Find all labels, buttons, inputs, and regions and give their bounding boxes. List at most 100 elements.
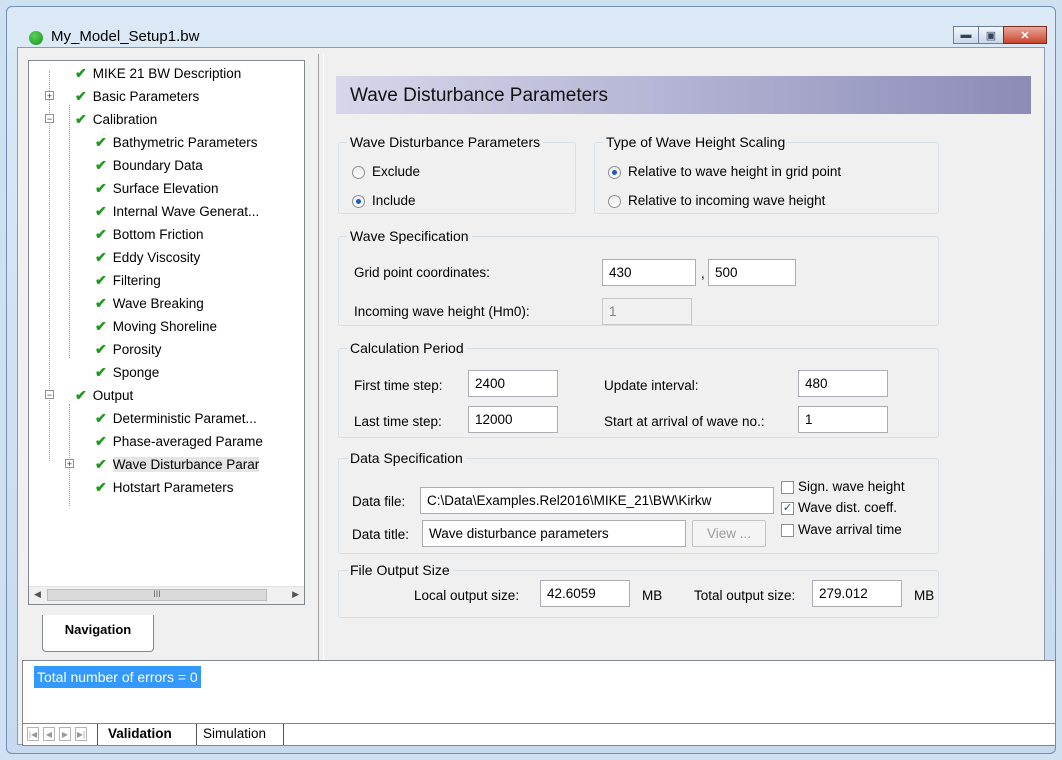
total-size-field: 279.012	[812, 580, 902, 607]
collapse-icon[interactable]: −	[45, 390, 54, 400]
group-legend: File Output Size	[350, 562, 450, 578]
data-title-input[interactable]: Wave disturbance parameters	[422, 520, 686, 547]
prev-tab-icon[interactable]: ◀	[43, 727, 55, 741]
hm0-label: Incoming wave height (Hm0):	[354, 304, 530, 319]
check-icon: ✔	[95, 479, 107, 495]
tree-item-basic-parameters[interactable]: ✔ Basic Parameters	[75, 86, 199, 106]
data-title-label: Data title:	[352, 527, 410, 542]
error-count-message[interactable]: Total number of errors = 0	[34, 666, 201, 688]
total-size-label: Total output size:	[694, 588, 796, 603]
tree-item-wave-breaking[interactable]: ✔ Wave Breaking	[95, 293, 204, 313]
dist-coeff-checkbox[interactable]: ✓	[781, 502, 794, 515]
check-icon: ✔	[95, 249, 107, 265]
group-legend: Data Specification	[350, 450, 463, 466]
grid-separator: ,	[701, 266, 705, 281]
check-icon: ✔	[95, 134, 107, 150]
view-button[interactable]: View ...	[692, 520, 766, 547]
last-tab-icon[interactable]: ▶|	[75, 727, 87, 741]
tree-line	[49, 71, 50, 461]
grid-y-input[interactable]: 500	[708, 259, 796, 286]
tree-item-internal-wave[interactable]: ✔ Internal Wave Generat...	[95, 201, 259, 221]
check-icon: ✔	[95, 410, 107, 426]
arrival-time-checkbox[interactable]	[781, 524, 794, 537]
scaling-incoming-label: Relative to incoming wave height	[628, 193, 826, 208]
local-size-unit: MB	[642, 588, 663, 603]
arrival-time-label: Wave arrival time	[798, 522, 902, 537]
panel-header: Wave Disturbance Parameters	[336, 76, 1031, 114]
horizontal-scrollbar[interactable]: ◀ III ▶	[29, 586, 304, 604]
scroll-right-icon[interactable]: ▶	[292, 589, 299, 600]
tree-item-description[interactable]: ✔ MIKE 21 BW Description	[75, 63, 241, 83]
client-area: ✔ MIKE 21 BW Description + ✔ Basic Paramet…	[17, 47, 1045, 745]
tree-item-bottom-friction[interactable]: ✔ Bottom Friction	[95, 224, 204, 244]
maximize-button[interactable]: ▣	[978, 26, 1004, 44]
last-step-input[interactable]: 12000	[468, 406, 558, 433]
tree-item-sponge[interactable]: ✔ Sponge	[95, 362, 159, 382]
check-icon: ✔	[75, 111, 87, 127]
close-button[interactable]: ✕	[1003, 26, 1047, 44]
first-step-input[interactable]: 2400	[468, 370, 558, 397]
group-legend: Type of Wave Height Scaling	[606, 134, 786, 150]
expand-icon[interactable]: +	[45, 91, 54, 101]
check-icon: ✔	[95, 433, 107, 449]
tree-line	[69, 105, 70, 358]
next-tab-icon[interactable]: ▶	[59, 727, 71, 741]
data-file-label: Data file:	[352, 494, 406, 509]
update-interval-input[interactable]: 480	[798, 370, 888, 397]
window-controls: ▬ ▣ ✕	[953, 26, 1047, 44]
tree-item-output[interactable]: ✔ Output	[75, 385, 133, 405]
group-legend: Wave Specification	[350, 228, 469, 244]
tab-simulation[interactable]: Simulation	[199, 724, 284, 745]
tree-item-surface-elevation[interactable]: ✔ Surface Elevation	[95, 178, 219, 198]
tree-item-porosity[interactable]: ✔ Porosity	[95, 339, 162, 359]
scroll-left-icon[interactable]: ◀	[34, 589, 41, 600]
main-window: My_Model_Setup1.bw ▬ ▣ ✕ ✔ MIKE 21 BW Des…	[6, 6, 1056, 754]
navigation-tree[interactable]: ✔ MIKE 21 BW Description + ✔ Basic Paramet…	[28, 60, 305, 605]
tree-item-bathymetric[interactable]: ✔ Bathymetric Parameters	[95, 132, 258, 152]
tree-item-phase-averaged[interactable]: ✔ Phase-averaged Parame	[95, 431, 263, 451]
check-icon: ✔	[95, 341, 107, 357]
scaling-incoming-radio[interactable]	[608, 195, 621, 208]
tree-item-eddy-viscosity[interactable]: ✔ Eddy Viscosity	[95, 247, 200, 267]
scroll-thumb[interactable]: III	[47, 589, 267, 601]
include-label: Include	[372, 193, 416, 208]
minimize-button[interactable]: ▬	[953, 26, 979, 44]
collapse-icon[interactable]: −	[45, 114, 54, 124]
exclude-radio[interactable]	[352, 166, 365, 179]
check-icon: ✔	[75, 387, 87, 403]
tree-item-filtering[interactable]: ✔ Filtering	[95, 270, 161, 290]
dist-coeff-label: Wave dist. coeff.	[798, 500, 898, 515]
bottom-tab-bar: |◀ ◀ ▶ ▶| Validation Simulation	[22, 724, 1056, 746]
title-bar: My_Model_Setup1.bw ▬ ▣ ✕	[7, 7, 1055, 47]
last-step-label: Last time step:	[354, 414, 442, 429]
scaling-grid-point-radio[interactable]	[608, 166, 621, 179]
include-radio[interactable]	[352, 195, 365, 208]
splitter[interactable]	[318, 54, 324, 664]
check-icon: ✔	[95, 272, 107, 288]
data-file-input[interactable]: C:\Data\Examples.Rel2016\MIKE_21\BW\Kirk…	[420, 487, 774, 514]
tree-item-moving-shoreline[interactable]: ✔ Moving Shoreline	[95, 316, 217, 336]
tab-navigation[interactable]: Navigation	[42, 615, 154, 652]
update-interval-label: Update interval:	[604, 378, 699, 393]
tree-item-hotstart[interactable]: ✔ Hotstart Parameters	[95, 477, 234, 497]
hm0-input: 1	[602, 298, 692, 325]
sign-wave-checkbox[interactable]	[781, 481, 794, 494]
local-size-field: 42.6059	[540, 580, 630, 607]
local-size-label: Local output size:	[414, 588, 520, 603]
tab-validation[interactable]: Validation	[97, 724, 197, 745]
tree-item-boundary-data[interactable]: ✔ Boundary Data	[95, 155, 203, 175]
check-icon: ✔	[95, 364, 107, 380]
exclude-label: Exclude	[372, 164, 421, 179]
check-icon: ✔	[75, 65, 87, 81]
expand-icon[interactable]: +	[65, 459, 74, 469]
check-icon: ✔	[95, 318, 107, 334]
tree-item-deterministic[interactable]: ✔ Deterministic Paramet...	[95, 408, 257, 428]
check-icon: ✔	[95, 295, 107, 311]
tree-item-calibration[interactable]: ✔ Calibration	[75, 109, 157, 129]
group-legend: Calculation Period	[350, 340, 464, 356]
first-tab-icon[interactable]: |◀	[27, 727, 39, 741]
grid-x-input[interactable]: 430	[602, 259, 696, 286]
group-legend: Wave Disturbance Parameters	[350, 134, 541, 150]
arrival-wave-input[interactable]: 1	[798, 406, 888, 433]
tree-item-wave-disturbance[interactable]: ✔ Wave Disturbance Parar	[95, 454, 260, 474]
